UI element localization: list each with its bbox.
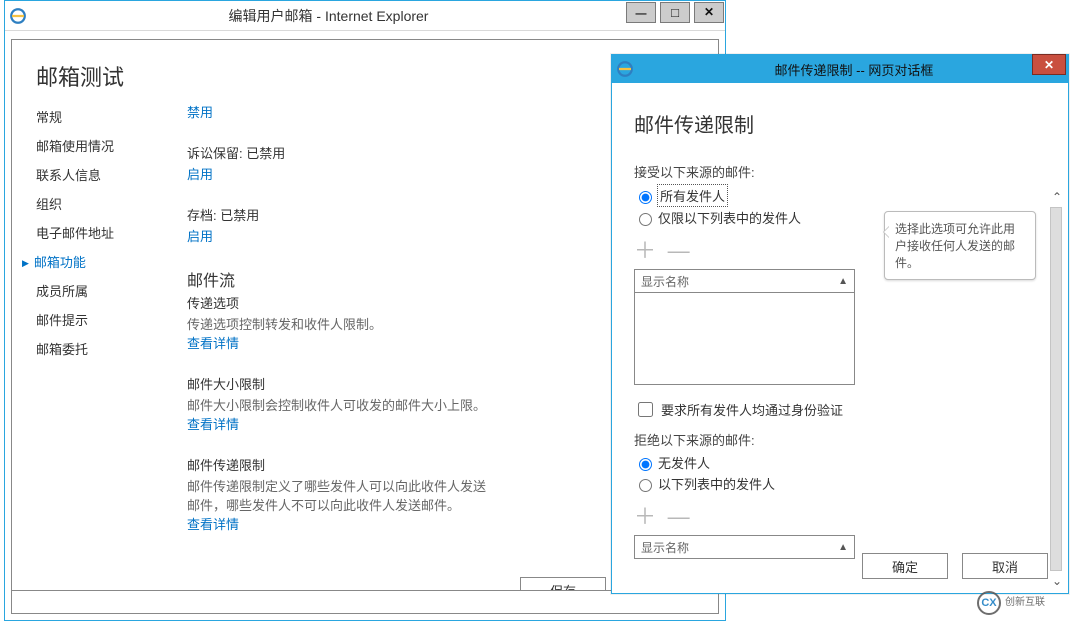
accept-combo[interactable]: 显示名称 ▲ (634, 269, 855, 293)
reject-list-text: 以下列表中的发件人 (658, 474, 775, 493)
delivery-link[interactable]: 查看详情 (187, 336, 239, 351)
accept-list-text: 仅限以下列表中的发件人 (658, 208, 801, 227)
tooltip-callout: 选择此选项可允许此用户接收任何人发送的邮件。 (884, 211, 1036, 280)
reject-remove-icon[interactable]: — (668, 504, 690, 529)
require-auth-row[interactable]: 要求所有发件人均通过身份验证 (634, 399, 1048, 420)
require-auth-text: 要求所有发件人均通过身份验证 (661, 400, 843, 419)
nav-org[interactable]: 组织 (36, 189, 187, 218)
accept-all-radio[interactable] (639, 191, 652, 204)
delivery-restriction-dialog: 邮件传递限制 -- 网页对话框 邮件传递限制 接受以下来源的邮件: 所有发件人 … (611, 54, 1069, 594)
accept-all-text: 所有发件人 (658, 185, 727, 206)
main-titlebar: 编辑用户邮箱 - Internet Explorer (5, 1, 725, 31)
reject-list-radio-row[interactable]: 以下列表中的发件人 (634, 474, 1048, 493)
disable-link[interactable]: 禁用 (187, 105, 213, 120)
nav-usage[interactable]: 邮箱使用情况 (36, 131, 187, 160)
nav-member[interactable]: 成员所属 (36, 276, 187, 305)
dialog-scrollbar[interactable] (1050, 207, 1062, 571)
accept-label: 接受以下来源的邮件: (634, 162, 1048, 181)
watermark-text: 创新互联 (1005, 598, 1045, 609)
close-button[interactable] (694, 2, 724, 23)
dialog-titlebar[interactable]: 邮件传递限制 -- 网页对话框 (612, 55, 1068, 83)
dialog-heading: 邮件传递限制 (634, 109, 1048, 138)
nav-contact[interactable]: 联系人信息 (36, 160, 187, 189)
cancel-button[interactable]: 取消 (962, 553, 1048, 579)
accept-list-radio[interactable] (639, 213, 652, 226)
reject-list-radio[interactable] (639, 479, 652, 492)
caret-up-icon: ▲ (838, 276, 848, 287)
dialog-body: 邮件传递限制 接受以下来源的邮件: 所有发件人 仅限以下列表中的发件人 ＋ — … (612, 83, 1068, 593)
tooltip-text: 选择此选项可允许此用户接收任何人发送的邮件。 (895, 222, 1015, 270)
reject-combo-text: 显示名称 (641, 539, 689, 556)
reject-none-radio-row[interactable]: 无发件人 (634, 453, 1048, 472)
archive-enable-link[interactable]: 启用 (187, 229, 213, 244)
accept-listbox[interactable] (634, 293, 855, 385)
ie-icon (9, 7, 27, 25)
reject-addremove: ＋ — (634, 499, 1048, 531)
dialog-title: 邮件传递限制 -- 网页对话框 (640, 60, 1068, 79)
ok-button[interactable]: 确定 (862, 553, 948, 579)
accept-remove-icon[interactable]: — (668, 238, 690, 263)
watermark-logo: CX 创新互联 (977, 589, 1067, 617)
ie-icon (616, 60, 634, 78)
nav-email[interactable]: 电子邮件地址 (36, 218, 187, 247)
restriction-desc: 邮件传递限制定义了哪些发件人可以向此收件人发送邮件，哪些发件人不可以向此收件人发… (187, 476, 487, 514)
restriction-link[interactable]: 查看详情 (187, 517, 239, 532)
nav-delegation[interactable]: 邮箱委托 (36, 334, 187, 363)
restriction-title: 邮件传递限制 (187, 455, 487, 474)
litigation-enable-link[interactable]: 启用 (187, 167, 213, 182)
accept-combo-text: 显示名称 (641, 273, 689, 290)
maximize-button[interactable] (660, 2, 690, 23)
nav-general[interactable]: 常规 (36, 102, 187, 131)
nav-mailtips[interactable]: 邮件提示 (36, 305, 187, 334)
reject-none-radio[interactable] (639, 458, 652, 471)
caret-up-icon: ▲ (838, 542, 848, 553)
accept-add-icon[interactable]: ＋ (634, 238, 656, 263)
size-link[interactable]: 查看详情 (187, 417, 239, 432)
accept-all-radio-row[interactable]: 所有发件人 (634, 185, 1048, 206)
dialog-footer: 确定 取消 (862, 553, 1048, 579)
dialog-close-button[interactable] (1032, 54, 1066, 75)
minimize-button[interactable] (626, 2, 656, 23)
nav-mailbox-features[interactable]: 邮箱功能 (36, 247, 187, 276)
window-buttons (622, 2, 724, 24)
watermark-icon: CX (977, 591, 1001, 615)
reject-none-text: 无发件人 (658, 453, 710, 472)
window-title: 编辑用户邮箱 - Internet Explorer (35, 6, 622, 26)
reject-add-icon[interactable]: ＋ (634, 504, 656, 529)
reject-combo[interactable]: 显示名称 ▲ (634, 535, 855, 559)
require-auth-checkbox[interactable] (638, 402, 653, 417)
reject-label: 拒绝以下来源的邮件: (634, 430, 1048, 449)
sidebar-nav: 常规 邮箱使用情况 联系人信息 组织 电子邮件地址 邮箱功能 成员所属 邮件提示… (12, 102, 187, 601)
